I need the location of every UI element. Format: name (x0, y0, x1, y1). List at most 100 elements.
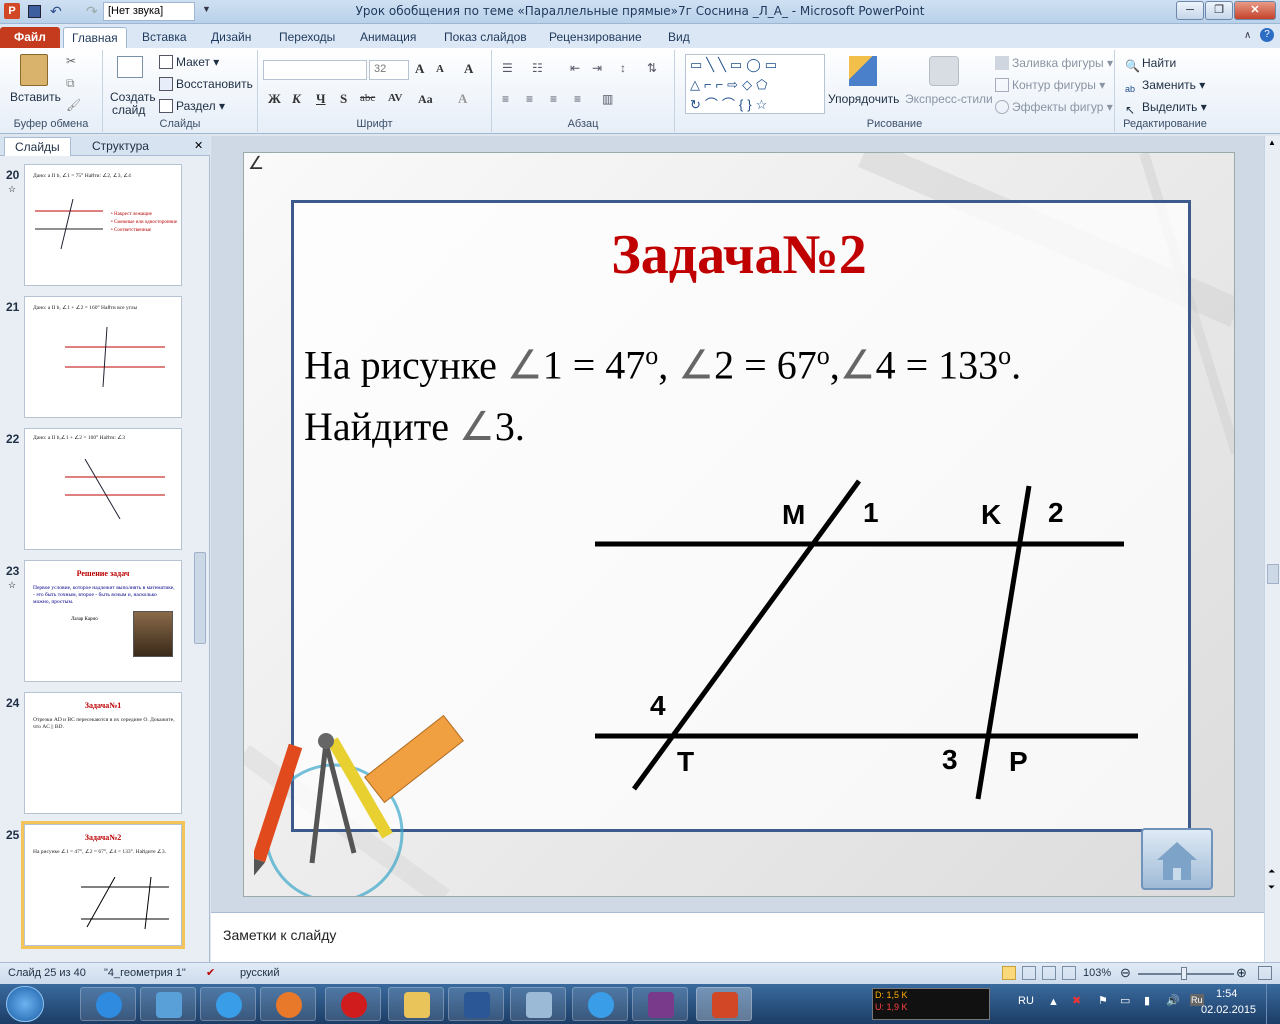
opera-taskbar-icon[interactable] (325, 987, 381, 1021)
cut-icon[interactable]: ✂ (66, 54, 76, 68)
home-button[interactable] (1141, 828, 1213, 890)
change-case-button[interactable]: Aa (418, 92, 433, 107)
italic-button[interactable]: К (292, 91, 301, 107)
copy-icon[interactable]: ⧉ (66, 76, 75, 91)
find-button[interactable]: 🔍 Найти (1125, 56, 1176, 73)
tab-review[interactable]: Рецензирование (541, 27, 650, 48)
powerpoint-taskbar-icon[interactable] (696, 987, 752, 1021)
clear-format-button[interactable]: A (464, 61, 473, 77)
network-icon[interactable]: ▮ (1144, 994, 1150, 1007)
display-icon[interactable]: ▭ (1120, 994, 1130, 1007)
ie-taskbar-icon[interactable] (80, 987, 136, 1021)
slide-thumbnail-selected[interactable]: Задача№2 На рисунке ∠1 = 47°, ∠2 = 67°, … (21, 821, 185, 949)
grow-font-button[interactable]: A (415, 61, 424, 77)
slide-thumbnail[interactable]: Дано: a II b, ∠1 = 75° Найти: ∠2, ∠3, ∠4… (24, 164, 182, 286)
geometry-app-taskbar-icon[interactable] (510, 987, 566, 1021)
replace-button[interactable]: ab Заменить ▾ (1125, 78, 1205, 98)
start-button[interactable] (6, 986, 44, 1022)
close-button[interactable]: ✕ (1234, 1, 1276, 20)
shape-effects-button[interactable]: Эффекты фигур ▾ (995, 100, 1113, 114)
decrease-indent-icon[interactable]: ⇤ (570, 61, 580, 75)
clock-time[interactable]: 1:54 (1216, 988, 1237, 1000)
strikethrough-button[interactable]: abc (360, 92, 375, 104)
font-name-combo[interactable] (263, 60, 367, 80)
fit-slide-icon[interactable] (1258, 966, 1272, 980)
reset-button[interactable]: Восстановить (159, 77, 253, 91)
show-desktop-button[interactable] (1266, 984, 1280, 1024)
antivirus-icon[interactable]: ✖ (1072, 994, 1081, 1007)
editor-scrollbar[interactable]: ▲ ⏶ ⏷ (1264, 136, 1280, 962)
tab-outline[interactable]: Структура (82, 137, 159, 156)
tab-design[interactable]: Дизайн (203, 27, 259, 48)
zoom-app2-taskbar-icon[interactable] (572, 987, 628, 1021)
word-taskbar-icon[interactable] (448, 987, 504, 1021)
select-button[interactable]: ↖ Выделить ▾ (1125, 100, 1207, 117)
align-right-icon[interactable]: ≡ (550, 92, 557, 106)
help-icon[interactable]: ? (1260, 28, 1274, 42)
prev-slide-icon[interactable]: ⏶ (1268, 866, 1275, 877)
minimize-button[interactable]: ─ (1176, 1, 1204, 20)
slide-thumbnail[interactable]: Решение задач Первое условие, которое на… (24, 560, 182, 682)
layout-button[interactable]: Макет ▾ (159, 55, 219, 69)
font-size-combo[interactable]: 32 (369, 60, 409, 80)
slide-thumbnail[interactable]: Задача№1 Отрезки AD и BC пересекаются в … (24, 692, 182, 814)
quick-styles-button[interactable]: Экспресс-стили (905, 92, 993, 106)
underline-button[interactable]: Ч (316, 91, 326, 107)
new-slide-button-line2[interactable]: слайд (112, 103, 145, 117)
tab-animation[interactable]: Анимация (352, 27, 424, 48)
columns-icon[interactable]: ▥ (602, 92, 613, 106)
maximize-button[interactable]: ❐ (1205, 1, 1233, 20)
shadow-button[interactable]: S (340, 91, 347, 107)
tab-view[interactable]: Вид (660, 27, 698, 48)
scroll-thumb[interactable] (194, 552, 206, 644)
slide-canvas[interactable]: ∠ Задача№2 На рисунке ∠1 = 47o, ∠2 = 67o… (243, 152, 1235, 897)
firefox-taskbar-icon[interactable] (260, 987, 316, 1021)
scroll-up-icon[interactable]: ▲ (1268, 138, 1276, 147)
paste-button[interactable]: Вставить (10, 90, 61, 104)
language-indicator[interactable]: русский (240, 967, 279, 979)
zoom-level[interactable]: 103% (1083, 967, 1111, 979)
volume-icon[interactable]: 🔊 (1166, 994, 1180, 1007)
tab-home[interactable]: Главная (63, 27, 127, 48)
collapse-ribbon-icon[interactable]: ∧ (1244, 30, 1251, 41)
arrange-button[interactable]: Упорядочить (828, 92, 899, 106)
scroll-thumb[interactable] (1267, 564, 1279, 584)
tab-transitions[interactable]: Переходы (271, 27, 343, 48)
new-slide-button[interactable]: Создать (110, 90, 156, 104)
numbering-icon[interactable]: ☷ (532, 61, 543, 75)
slide-thumbnail[interactable]: Дано: a II b,∠1 + ∠2 = 100° Найти: ∠3 (24, 428, 182, 550)
next-slide-icon[interactable]: ⏷ (1268, 882, 1275, 893)
shape-fill-button[interactable]: Заливка фигуры ▾ (995, 56, 1113, 70)
shrink-font-button[interactable]: A (436, 63, 444, 75)
line-spacing-icon[interactable]: ↕ (620, 61, 626, 75)
folder-taskbar-icon[interactable] (388, 987, 444, 1021)
zoom-out-icon[interactable]: ⊖ (1120, 965, 1131, 981)
section-button[interactable]: Раздел ▾ (159, 99, 225, 113)
theme-name[interactable]: "4_геометрия 1" (104, 967, 186, 979)
tray-expand-icon[interactable]: ▲ (1048, 996, 1059, 1008)
close-panel-icon[interactable]: ✕ (194, 139, 203, 152)
normal-view-icon[interactable] (1002, 966, 1016, 980)
tab-insert[interactable]: Вставка (134, 27, 195, 48)
tab-slideshow[interactable]: Показ слайдов (436, 27, 535, 48)
reading-view-icon[interactable] (1042, 966, 1056, 980)
winrar-taskbar-icon[interactable] (632, 987, 688, 1021)
tab-slides[interactable]: Слайды (4, 137, 71, 156)
zoom-app-taskbar-icon[interactable] (200, 987, 256, 1021)
align-center-icon[interactable]: ≡ (526, 92, 533, 106)
flag-icon[interactable]: ⚑ (1098, 994, 1108, 1007)
explorer-taskbar-icon[interactable] (140, 987, 196, 1021)
notes-pane[interactable]: Заметки к слайду (211, 912, 1264, 962)
text-direction-icon[interactable]: ⇅ (647, 61, 657, 75)
bold-button[interactable]: Ж (268, 91, 281, 107)
slideshow-view-icon[interactable] (1062, 966, 1076, 980)
panel-scrollbar[interactable] (192, 156, 208, 962)
zoom-in-icon[interactable]: ⊕ (1236, 965, 1247, 981)
zoom-slider-thumb[interactable] (1181, 967, 1187, 980)
increase-indent-icon[interactable]: ⇥ (592, 61, 602, 75)
sorter-view-icon[interactable] (1022, 966, 1036, 980)
char-spacing-button[interactable]: AV (388, 92, 402, 104)
font-color-button[interactable]: A (458, 91, 467, 107)
shape-outline-button[interactable]: Контур фигуры ▾ (995, 78, 1105, 92)
keyboard-language[interactable]: RU (1018, 995, 1034, 1007)
